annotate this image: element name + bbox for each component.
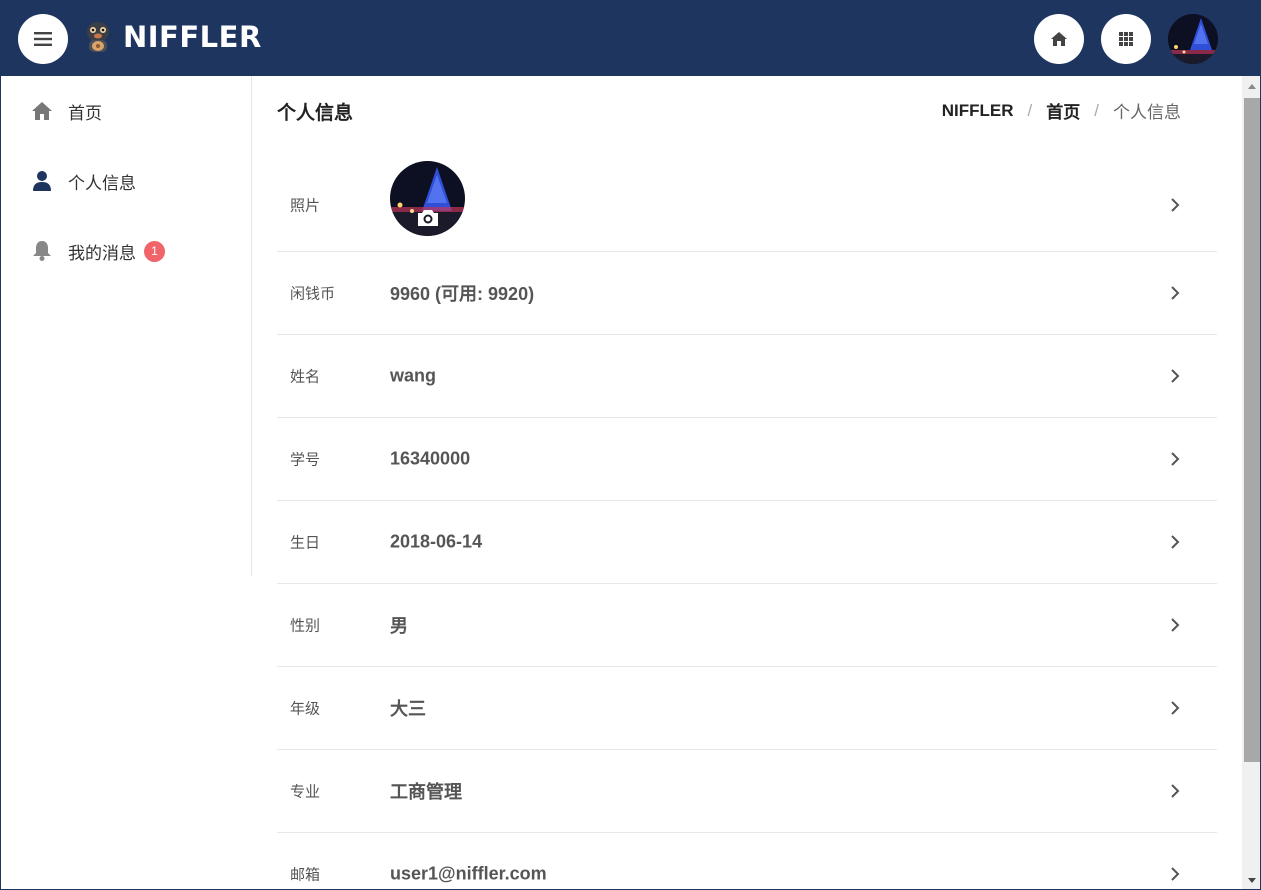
row-label: 姓名 xyxy=(290,368,321,386)
profile-row-birthday[interactable]: 生日 2018-06-14 xyxy=(277,501,1217,584)
mascot-logo-icon xyxy=(87,22,109,52)
home-icon xyxy=(1051,32,1067,46)
profile-photo[interactable] xyxy=(390,161,465,236)
profile-row-major[interactable]: 专业 工商管理 xyxy=(277,750,1217,833)
apps-button[interactable] xyxy=(1101,14,1151,64)
profile-row-grade[interactable]: 年级 大三 xyxy=(277,667,1217,750)
row-value: user1@niffler.com xyxy=(390,863,547,884)
page-title: 个人信息 xyxy=(277,103,354,124)
row-value: 16340000 xyxy=(390,448,471,469)
home-button[interactable] xyxy=(1034,14,1084,64)
bell-icon xyxy=(31,240,53,262)
brand-name: NIFFLER xyxy=(123,20,262,54)
profile-row-email[interactable]: 邮箱 user1@niffler.com xyxy=(277,833,1217,889)
scroll-down-arrow-icon[interactable] xyxy=(1242,873,1261,887)
row-label: 生日 xyxy=(290,534,321,552)
sidebar-item-label: 首页 xyxy=(68,103,102,123)
row-value: 工商管理 xyxy=(390,782,462,802)
user-avatar[interactable] xyxy=(1168,14,1218,64)
sidebar-item-profile[interactable]: 个人信息 xyxy=(31,166,136,196)
chevron-right-icon xyxy=(1171,784,1180,798)
sidebar: 首页 个人信息 我的消息 1 xyxy=(1,76,252,576)
menu-icon xyxy=(34,32,52,46)
home-icon xyxy=(31,100,53,122)
chevron-right-icon xyxy=(1171,369,1180,383)
vertical-scrollbar[interactable] xyxy=(1242,76,1261,889)
profile-row-name[interactable]: 姓名 wang xyxy=(277,335,1217,418)
scroll-up-arrow-icon[interactable] xyxy=(1242,80,1261,94)
breadcrumb-separator: / xyxy=(1027,100,1033,120)
row-value: 2018-06-14 xyxy=(390,531,483,552)
sidebar-item-home[interactable]: 首页 xyxy=(31,96,102,126)
breadcrumb-root[interactable]: NIFFLER xyxy=(942,101,1014,121)
profile-list: 照片 闲钱币 9960 (可用: 9920) 姓名 wang 学号 163400… xyxy=(277,158,1217,889)
sidebar-item-label: 我的消息 xyxy=(68,243,136,263)
row-label: 邮箱 xyxy=(290,866,321,884)
chevron-right-icon xyxy=(1171,452,1180,466)
apps-grid-icon xyxy=(1119,32,1133,46)
row-label: 闲钱币 xyxy=(290,285,336,303)
chevron-right-icon xyxy=(1171,197,1180,212)
chevron-right-icon xyxy=(1171,867,1180,881)
top-bar: NIFFLER xyxy=(1,1,1260,76)
chevron-right-icon xyxy=(1171,535,1180,549)
sidebar-item-label: 个人信息 xyxy=(68,173,136,193)
row-value: 大三 xyxy=(390,699,426,719)
chevron-right-icon xyxy=(1171,618,1180,632)
brand-logo[interactable]: NIFFLER xyxy=(83,19,262,55)
scroll-thumb[interactable] xyxy=(1244,98,1260,762)
breadcrumb-current: 个人信息 xyxy=(1113,103,1181,122)
app-window: NIFFLER 首页 个人信息 我的消息 1 个人信息 NIFFLER / 首页… xyxy=(0,0,1261,890)
row-value: 9960 (可用: 9920) xyxy=(390,284,535,304)
profile-row-gender[interactable]: 性别 男 xyxy=(277,584,1217,667)
profile-row-student-id[interactable]: 学号 16340000 xyxy=(277,418,1217,501)
row-label: 学号 xyxy=(290,451,321,469)
avatar-image xyxy=(1168,14,1218,64)
breadcrumb: NIFFLER / 首页 / 个人信息 xyxy=(942,98,1181,123)
menu-button[interactable] xyxy=(18,14,68,64)
breadcrumb-separator: / xyxy=(1094,100,1099,120)
row-value: 男 xyxy=(390,616,408,636)
row-label: 专业 xyxy=(290,783,321,801)
camera-icon xyxy=(418,210,438,226)
profile-row-coins[interactable]: 闲钱币 9960 (可用: 9920) xyxy=(277,252,1217,335)
profile-row-photo[interactable]: 照片 xyxy=(277,158,1217,252)
chevron-right-icon xyxy=(1171,701,1180,715)
row-value: wang xyxy=(390,365,437,386)
chevron-right-icon xyxy=(1171,286,1180,300)
row-label: 照片 xyxy=(290,197,321,214)
user-icon xyxy=(31,170,53,192)
row-label: 年级 xyxy=(290,700,321,718)
sidebar-item-messages[interactable]: 我的消息 1 xyxy=(31,236,165,266)
row-label: 性别 xyxy=(290,617,321,635)
breadcrumb-home[interactable]: 首页 xyxy=(1046,98,1080,123)
notification-badge: 1 xyxy=(144,240,165,262)
main-content: 个人信息 NIFFLER / 首页 / 个人信息 照片 闲钱币 9960 (可用… xyxy=(277,76,1217,889)
